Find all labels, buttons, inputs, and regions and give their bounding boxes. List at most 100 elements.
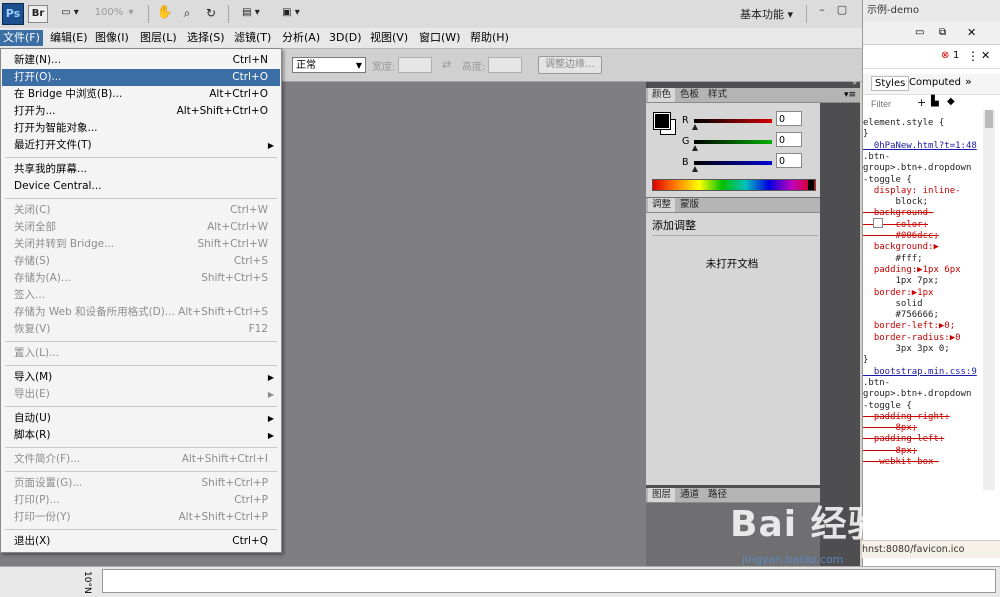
green-slider-handle[interactable]: [692, 145, 698, 151]
green-slider[interactable]: [694, 140, 772, 144]
color-spectrum-bar[interactable]: [652, 179, 816, 191]
width-input[interactable]: [398, 57, 432, 73]
height-input[interactable]: [488, 57, 522, 73]
css-rule-line: block;: [863, 197, 929, 208]
element-state-icon[interactable]: ▙: [931, 96, 939, 107]
app-title-bar: Ps Br ▭ ▾ 100% ▾ ✋ ⌕ ↻ ▤ ▾ ▣ ▾ 基本功能 ▾ – …: [0, 0, 862, 29]
file-menu-item[interactable]: 打开(O)... Ctrl+O: [2, 69, 280, 86]
menu-image[interactable]: 图像(I): [92, 30, 132, 46]
css-rule-line: 8px;: [863, 423, 918, 434]
red-slider-handle[interactable]: [692, 124, 698, 130]
css-rule-line: -webkit-box-: [863, 457, 939, 467]
file-menu-item[interactable]: 最近打开文件(T) ▶: [2, 137, 280, 154]
file-menu-item[interactable]: 自动(U) ▶: [2, 410, 280, 427]
rotate-view-icon[interactable]: ↻: [202, 5, 220, 21]
toolbar-divider: [148, 5, 149, 23]
styles-filter-input[interactable]: [869, 97, 919, 111]
more-options-icon[interactable]: ⋮: [967, 49, 979, 63]
tab-styles[interactable]: Styles: [871, 76, 910, 91]
file-menu-item[interactable]: 打开为智能对象...: [2, 120, 280, 137]
menu-item-label: 导出(E): [14, 388, 50, 400]
tab-paths[interactable]: 路径: [704, 488, 731, 502]
menu-view[interactable]: 视图(V): [367, 30, 411, 46]
arrange-documents-button[interactable]: ▤ ▾: [236, 5, 266, 21]
menu-select[interactable]: 选择(S): [184, 30, 228, 46]
property-checkbox[interactable]: [873, 218, 883, 228]
file-menu-item[interactable]: 退出(X) Ctrl+Q: [2, 533, 280, 550]
error-count[interactable]: 1: [953, 50, 959, 61]
css-rule-line[interactable]: 0hPaNew.html?t=1:48: [863, 141, 977, 152]
close-icon[interactable]: ✕: [967, 26, 976, 39]
tab-masks[interactable]: 蒙版: [676, 198, 703, 212]
view-extras-button[interactable]: ▭ ▾: [56, 5, 84, 21]
blue-label: B: [682, 157, 689, 168]
tab-channels[interactable]: 通道: [676, 488, 703, 502]
workspace-switcher[interactable]: 基本功能 ▾: [740, 6, 793, 22]
file-menu-item: 存储为(A)... Shift+Ctrl+S: [2, 270, 280, 287]
menu-item-label: 脚本(R): [14, 429, 51, 441]
css-rule-line: -toggle {: [863, 400, 912, 411]
menu-analysis[interactable]: 分析(A): [279, 30, 323, 46]
color-format-icon[interactable]: ◆: [947, 96, 955, 107]
minimize-button[interactable]: –: [814, 3, 830, 17]
minimize-icon[interactable]: ▭: [915, 27, 924, 38]
devtools-toolbar: ⊗ 1 ⋮ ✕: [863, 46, 1000, 69]
file-menu-item[interactable]: 导入(M) ▶: [2, 369, 280, 386]
menu-file[interactable]: 文件(F): [0, 30, 43, 46]
side-vertical-label: 10°N: [82, 571, 92, 594]
browser-tab-title[interactable]: 示例-demo: [867, 3, 947, 19]
tab-styles[interactable]: 样式: [704, 88, 731, 102]
file-menu-item[interactable]: Device Central...: [2, 178, 280, 195]
file-menu-item[interactable]: 共享我的屏幕...: [2, 161, 280, 178]
tab-adjustments[interactable]: 调整: [648, 198, 676, 212]
menu-layer[interactable]: 图层(L): [137, 30, 180, 46]
css-rule-line: .btn-: [863, 377, 891, 388]
css-rule-line: element.style {: [863, 118, 945, 128]
spectrum-black-swatch[interactable]: [808, 180, 814, 190]
tab-layers[interactable]: 图层: [648, 488, 676, 502]
red-value-input[interactable]: 0: [776, 111, 802, 126]
panel-menu-icon[interactable]: ▾≡: [844, 88, 856, 102]
bottom-input-field[interactable]: [102, 569, 996, 593]
menu-edit[interactable]: 编辑(E): [47, 30, 91, 46]
bridge-button[interactable]: Br: [28, 5, 48, 23]
restore-icon[interactable]: ⧉: [939, 27, 946, 38]
file-menu-item[interactable]: 新建(N)... Ctrl+N: [2, 52, 280, 69]
menu-3d[interactable]: 3D(D): [326, 30, 365, 46]
menu-filter[interactable]: 滤镜(T): [231, 30, 274, 46]
css-rule-line: }: [863, 355, 869, 366]
css-rule-line[interactable]: bootstrap.min.css:9: [863, 367, 977, 378]
close-devtools-icon[interactable]: ✕: [981, 49, 990, 62]
blue-value-input[interactable]: 0: [776, 153, 802, 168]
zoom-level-select[interactable]: 100%: [92, 5, 126, 21]
refine-edge-button[interactable]: 调整边缘...: [538, 56, 602, 74]
styles-scrollbar[interactable]: [983, 110, 995, 490]
collapse-icon[interactable]: »: [852, 78, 857, 87]
green-value-input[interactable]: 0: [776, 132, 802, 147]
red-slider[interactable]: [694, 119, 772, 123]
scrollbar-thumb[interactable]: [985, 110, 993, 128]
screen-mode-button[interactable]: ▣ ▾: [276, 5, 306, 21]
tab-color[interactable]: 颜色: [648, 88, 676, 102]
more-tabs-icon[interactable]: »: [965, 75, 972, 88]
menu-window[interactable]: 窗口(W): [416, 30, 463, 46]
new-rule-icon[interactable]: +: [917, 96, 926, 109]
blue-slider[interactable]: [694, 161, 772, 165]
file-menu-item[interactable]: 脚本(R) ▶: [2, 427, 280, 444]
file-menu-item[interactable]: 在 Bridge 中浏览(B)... Alt+Ctrl+O: [2, 86, 280, 103]
hand-tool-icon[interactable]: ✋: [156, 5, 174, 21]
css-rule-line: #006dcc;: [863, 231, 939, 241]
blue-slider-handle[interactable]: [692, 166, 698, 172]
style-select[interactable]: 正常 ▼: [292, 57, 366, 73]
maximize-button[interactable]: ▢: [834, 3, 850, 17]
menu-item-label: 签入...: [14, 289, 46, 301]
menu-help[interactable]: 帮助(H): [467, 30, 512, 46]
swap-icon[interactable]: ⇄: [442, 58, 451, 71]
foreground-color-swatch[interactable]: [653, 112, 671, 130]
file-menu-item: 导出(E) ▶: [2, 386, 280, 403]
tab-swatches[interactable]: 色板: [676, 88, 703, 102]
zoom-tool-icon[interactable]: ⌕: [178, 5, 196, 21]
tab-computed[interactable]: Computed: [909, 77, 961, 88]
file-menu-item[interactable]: 打开为... Alt+Shift+Ctrl+O: [2, 103, 280, 120]
devtools-panel: ▭ ⧉ ✕ ⊗ 1 ⋮ ✕ Styles Computed » + ▙ ◆ el…: [862, 22, 1000, 566]
